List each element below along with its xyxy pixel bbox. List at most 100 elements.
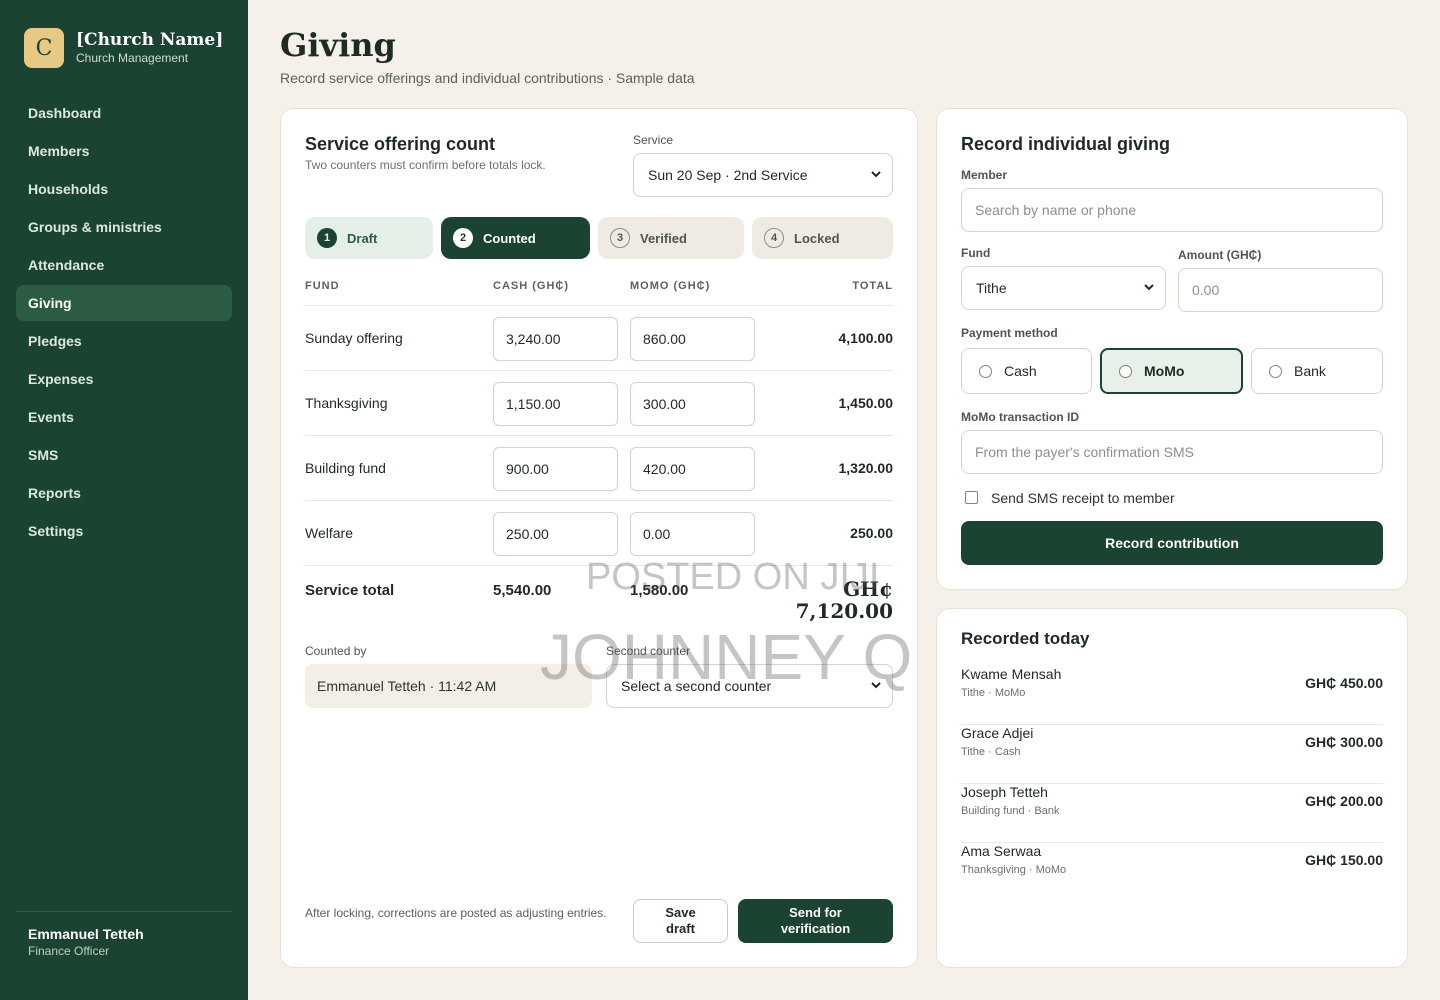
sms-receipt-checkbox[interactable] [965, 491, 978, 504]
row-total: 4,100.00 [838, 330, 894, 346]
counted-by-label: Counted by [305, 644, 367, 658]
user-profile[interactable]: Emmanuel Tetteh Finance Officer [16, 911, 232, 958]
step-number: 3 [610, 228, 630, 248]
amount-input[interactable]: 0.00 [1178, 268, 1383, 312]
giver-name: Grace Adjei [961, 725, 1034, 741]
column-header-fund: FUND [305, 280, 340, 292]
list-item[interactable]: Joseph Tetteh Building fund · Bank GH₵ 2… [961, 784, 1383, 843]
counted-by-value: Emmanuel Tetteh · 11:42 AM [305, 664, 592, 708]
table-row: Sunday offering 3,240.00 860.00 4,100.00 [305, 305, 893, 370]
sidebar-item-label: Giving [28, 295, 72, 311]
sidebar-item-giving[interactable]: Giving [16, 285, 232, 321]
list-item[interactable]: Kwame Mensah Tithe · MoMo GH₵ 450.00 [961, 666, 1383, 725]
step-number: 4 [764, 228, 784, 248]
church-name: [Church Name] [76, 30, 224, 50]
sidebar-item-groups[interactable]: Groups & ministries [16, 209, 232, 245]
cash-input[interactable]: 900.00 [493, 447, 618, 491]
sidebar-item-label: Pledges [28, 333, 82, 349]
send-for-verification-button[interactable]: Send for verification [738, 899, 893, 943]
sidebar-item-sms[interactable]: SMS [16, 437, 232, 473]
giver-amount: GH₵ 300.00 [1305, 734, 1383, 750]
user-role: Finance Officer [28, 944, 110, 958]
record-contribution-button[interactable]: Record contribution [961, 521, 1383, 565]
sidebar-item-label: Settings [28, 523, 84, 539]
service-select-value: Sun 20 Sep · 2nd Service [648, 167, 808, 183]
service-total-row: Service total 5,540.00 1,580.00 GH¢ 7,12… [305, 565, 893, 625]
step-draft[interactable]: 1 Draft [305, 217, 433, 259]
sidebar-item-label: Reports [28, 485, 81, 501]
fund-label: Fund [961, 246, 991, 260]
payment-option-label: MoMo [1144, 363, 1185, 379]
sidebar-item-pledges[interactable]: Pledges [16, 323, 232, 359]
payment-method-label: Payment method [961, 326, 1058, 340]
sidebar-item-attendance[interactable]: Attendance [16, 247, 232, 283]
momo-input[interactable]: 860.00 [630, 317, 755, 361]
row-total: 1,320.00 [838, 460, 894, 476]
sidebar-item-events[interactable]: Events [16, 399, 232, 435]
momo-txn-label: MoMo transaction ID [961, 410, 1080, 424]
member-search-input[interactable]: Search by name or phone [961, 188, 1383, 232]
momo-input[interactable]: 420.00 [630, 447, 755, 491]
payment-option-label: Cash [1004, 363, 1037, 379]
cash-input[interactable]: 250.00 [493, 512, 618, 556]
chevron-down-icon [1144, 284, 1154, 291]
cash-input[interactable]: 1,150.00 [493, 382, 618, 426]
sidebar: C [Church Name] Church Management Dashbo… [0, 0, 248, 1000]
giver-meta: Tithe · MoMo [961, 687, 1026, 699]
giver-meta: Tithe · Cash [961, 746, 1021, 758]
sidebar-item-settings[interactable]: Settings [16, 513, 232, 549]
service-select[interactable]: Sun 20 Sep · 2nd Service [633, 153, 893, 197]
table-row: Thanksgiving 1,150.00 300.00 1,450.00 [305, 370, 893, 435]
amount-label: Amount (GH₵) [1178, 248, 1262, 262]
lock-note: After locking, corrections are posted as… [305, 906, 607, 920]
step-locked[interactable]: 4 Locked [752, 217, 893, 259]
step-verified[interactable]: 3 Verified [598, 217, 744, 259]
sidebar-item-reports[interactable]: Reports [16, 475, 232, 511]
chevron-down-icon [871, 682, 881, 689]
second-counter-select[interactable]: Select a second counter [606, 664, 893, 708]
list-item[interactable]: Grace Adjei Tithe · Cash GH₵ 300.00 [961, 725, 1383, 784]
brand[interactable]: C [Church Name] Church Management [24, 28, 223, 68]
sidebar-item-label: Members [28, 143, 90, 159]
step-counted[interactable]: 2 Counted [441, 217, 590, 259]
giver-name: Ama Serwaa [961, 843, 1042, 859]
offering-card-subtitle: Two counters must confirm before totals … [305, 158, 546, 172]
payment-option-bank[interactable]: Bank [1251, 348, 1383, 394]
radio-icon [1119, 364, 1132, 378]
step-label: Locked [794, 230, 840, 246]
service-label: Service [633, 133, 674, 147]
giver-meta: Thanksgiving · MoMo [961, 864, 1067, 876]
giver-amount: GH₵ 200.00 [1305, 793, 1383, 809]
sidebar-item-label: Dashboard [28, 105, 102, 121]
table-row: Welfare 250.00 0.00 250.00 [305, 500, 893, 565]
sms-receipt-label[interactable]: Send SMS receipt to member [991, 490, 1175, 506]
church-logo-icon: C [24, 28, 64, 68]
step-number: 1 [317, 228, 337, 248]
cash-input[interactable]: 3,240.00 [493, 317, 618, 361]
list-item[interactable]: Ama Serwaa Thanksgiving · MoMo GH₵ 150.0… [961, 843, 1383, 902]
chevron-down-icon [871, 171, 881, 178]
step-label: Draft [347, 230, 378, 246]
sidebar-item-dashboard[interactable]: Dashboard [16, 95, 232, 131]
save-draft-button[interactable]: Save draft [633, 899, 728, 943]
sidebar-item-expenses[interactable]: Expenses [16, 361, 232, 397]
momo-txn-input[interactable]: From the payer's confirmation SMS [961, 430, 1383, 474]
sidebar-item-members[interactable]: Members [16, 133, 232, 169]
sidebar-item-households[interactable]: Households [16, 171, 232, 207]
column-header-cash: CASH (GH₵) [493, 280, 569, 292]
page-title: Giving [280, 26, 396, 64]
fund-select-value: Tithe [976, 280, 1007, 296]
sidebar-item-label: SMS [28, 447, 59, 463]
step-label: Counted [483, 230, 536, 246]
service-total-momo: 1,580.00 [630, 582, 689, 599]
momo-input[interactable]: 300.00 [630, 382, 755, 426]
fund-name: Sunday offering [305, 330, 403, 346]
payment-option-cash[interactable]: Cash [961, 348, 1092, 394]
radio-icon [979, 364, 992, 378]
payment-option-momo[interactable]: MoMo [1100, 348, 1243, 394]
record-card-title: Record individual giving [961, 134, 1171, 154]
momo-input[interactable]: 0.00 [630, 512, 755, 556]
page-subtitle: Record service offerings and individual … [280, 70, 695, 86]
sidebar-item-label: Households [28, 181, 109, 197]
fund-select[interactable]: Tithe [961, 266, 1166, 310]
